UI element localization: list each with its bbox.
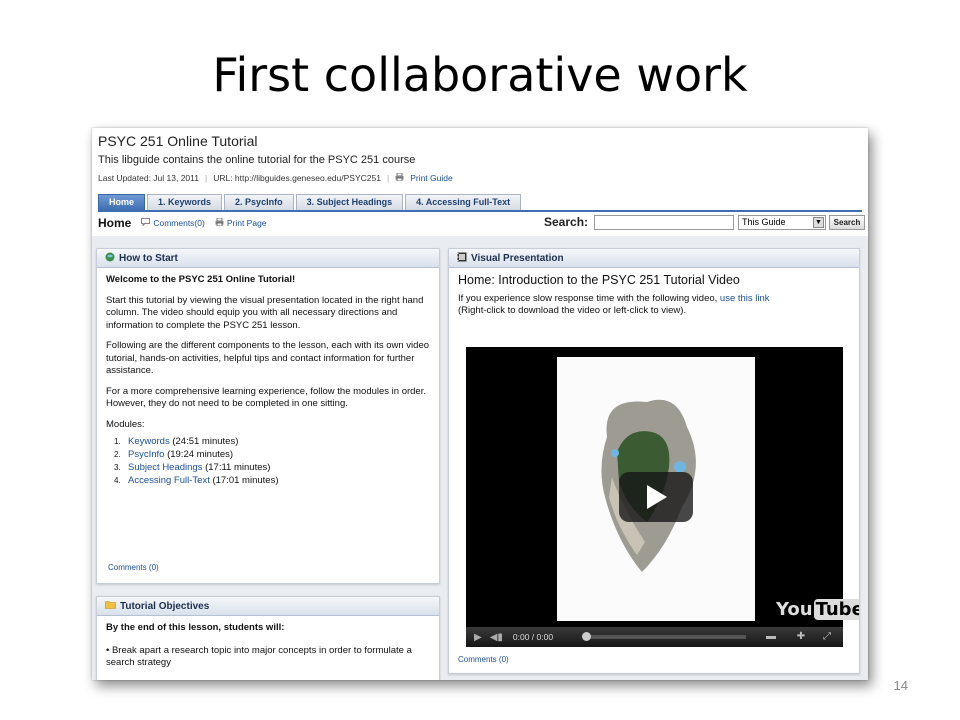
video-note-text: If you experience slow response time wit… [458, 292, 718, 304]
meta-separator: | [386, 173, 390, 183]
module-duration: (19:24 minutes) [167, 449, 234, 460]
module-number: 1. [114, 437, 121, 446]
progress-track[interactable] [586, 635, 746, 639]
tab-subject-headings[interactable]: 3. Subject Headings [295, 194, 404, 210]
guide-description: This libguide contains the online tutori… [98, 154, 416, 166]
progress-knob[interactable] [582, 632, 591, 641]
comment-icon [141, 218, 151, 228]
tutorial-objectives-header: Tutorial Objectives [97, 597, 439, 616]
list-item: 4. Accessing Full-Text (17:01 minutes) [114, 474, 430, 487]
module-link-accessing-full-text[interactable]: Accessing Full-Text [128, 475, 210, 486]
video-thumbnail [557, 357, 755, 621]
play-overlay-button[interactable] [619, 472, 693, 522]
printer-icon [395, 172, 404, 183]
module-duration: (24:51 minutes) [172, 436, 239, 447]
tutorial-objectives-box: Tutorial Objectives By the end of this l… [96, 596, 440, 680]
quality-icon[interactable]: ▬ [762, 630, 780, 644]
search-label: Search: [544, 215, 589, 229]
comments-label: Comments(0) [153, 218, 205, 228]
guide-title: PSYC 251 Online Tutorial [98, 133, 258, 149]
film-icon [457, 252, 467, 265]
logo-you: You [776, 599, 813, 620]
fullscreen-icon[interactable]: ⤢ [818, 630, 836, 644]
youtube-player[interactable]: You Tube ▶ ◀▮ 0:00 / 0:00 ▬ ✚ ⤢ [466, 347, 859, 647]
slide-title: First collaborative work [212, 48, 748, 102]
add-icon[interactable]: ✚ [792, 630, 810, 644]
tutorial-objectives-title: Tutorial Objectives [120, 600, 210, 612]
print-page-link[interactable]: Print Page [215, 217, 267, 228]
module-duration: (17:01 minutes) [212, 475, 279, 486]
tab-accessing-full-text[interactable]: 4. Accessing Full-Text [405, 194, 522, 210]
visual-presentation-title: Visual Presentation [471, 252, 564, 264]
meta-separator: | [204, 173, 208, 183]
sub-toolbar: Home Comments(0) Print Page Search: This… [98, 214, 865, 232]
search-input[interactable] [594, 215, 734, 230]
globe-icon [105, 252, 115, 265]
last-updated: Last Updated: Jul 13, 2011 [98, 173, 199, 183]
slide-number: 14 [893, 678, 908, 693]
guide-tabs: Home 1. Keywords 2. PsycInfo 3. Subject … [98, 194, 522, 210]
page-name: Home [98, 216, 132, 230]
module-link-psycinfo[interactable]: PsycInfo [128, 449, 164, 460]
module-link-keywords[interactable]: Keywords [128, 436, 170, 447]
content-area: How to Start Welcome to the PSYC 251 Onl… [92, 236, 868, 680]
guide-meta: Last Updated: Jul 13, 2011 | URL: http:/… [98, 172, 858, 183]
visual-presentation-box: Visual Presentation Home: Introduction t… [448, 248, 860, 674]
module-number: 3. [114, 463, 121, 472]
use-this-link[interactable]: use this link [720, 293, 770, 304]
how-to-start-header: How to Start [97, 249, 439, 268]
video-note: If you experience slow response time wit… [458, 293, 798, 318]
chevron-down-icon[interactable]: ▼ [813, 217, 824, 228]
how-to-start-box: How to Start Welcome to the PSYC 251 Onl… [96, 248, 440, 584]
tab-home[interactable]: Home [98, 194, 146, 210]
comments-link[interactable]: Comments(0) [141, 218, 205, 228]
objectives-intro: By the end of this lesson, students will… [106, 622, 285, 633]
search-button[interactable]: Search [829, 215, 865, 230]
objective-item: • Break apart a research topic into majo… [106, 644, 412, 669]
print-page-label: Print Page [226, 218, 267, 228]
list-item: 3. Subject Headings (17:11 minutes) [114, 461, 430, 474]
play-icon [647, 485, 667, 509]
player-controls: ▶ ◀▮ 0:00 / 0:00 ▬ ✚ ⤢ [466, 627, 843, 647]
list-item: 1. Keywords (24:51 minutes) [114, 435, 430, 448]
play-icon[interactable]: ▶ [474, 632, 482, 643]
modules-list: 1. Keywords (24:51 minutes) 2. PsycInfo (1… [114, 435, 430, 487]
video-note-instructions: (Right-click to download the video or le… [458, 305, 687, 316]
video-title: Home: Introduction to the PSYC 251 Tutor… [458, 273, 740, 287]
volume-icon[interactable]: ◀▮ [490, 632, 503, 643]
folder-icon [105, 600, 116, 612]
time-display: 0:00 / 0:00 [512, 632, 554, 642]
search-scope-select[interactable]: This Guide ▼ [738, 215, 826, 230]
search-scope-value: This Guide [742, 217, 786, 227]
visual-presentation-comments-link[interactable]: Comments (0) [458, 655, 509, 664]
components-paragraph: Following are the different components t… [106, 340, 430, 376]
module-duration: (17:11 minutes) [205, 462, 271, 473]
youtube-logo: You Tube [776, 599, 859, 620]
guide-url: URL: http://libguides.geneseo.edu/PSYC25… [213, 173, 381, 183]
logo-tube: Tube [813, 599, 859, 620]
how-to-start-comments-link[interactable]: Comments (0) [108, 563, 159, 572]
tab-keywords[interactable]: 1. Keywords [147, 194, 223, 210]
welcome-heading: Welcome to the PSYC 251 Online Tutorial! [106, 274, 296, 285]
print-guide-link[interactable]: Print Guide [410, 173, 453, 183]
guide-header: PSYC 251 Online Tutorial This libguide c… [98, 132, 858, 183]
visual-presentation-header: Visual Presentation [449, 249, 859, 268]
printer-icon [215, 217, 224, 228]
order-paragraph: For a more comprehensive learning experi… [106, 385, 426, 410]
modules-label: Modules: [106, 418, 145, 430]
tab-psycinfo[interactable]: 2. PsycInfo [224, 194, 294, 210]
intro-paragraph: Start this tutorial by viewing the visua… [106, 294, 424, 331]
module-link-subject-headings[interactable]: Subject Headings [128, 462, 202, 473]
tab-underline [98, 210, 862, 212]
how-to-start-title: How to Start [119, 252, 178, 264]
libguide-screenshot: PSYC 251 Online Tutorial This libguide c… [92, 128, 868, 680]
module-number: 4. [114, 476, 121, 485]
module-number: 2. [114, 450, 121, 459]
list-item: 2. PsycInfo (19:24 minutes) [114, 448, 430, 461]
